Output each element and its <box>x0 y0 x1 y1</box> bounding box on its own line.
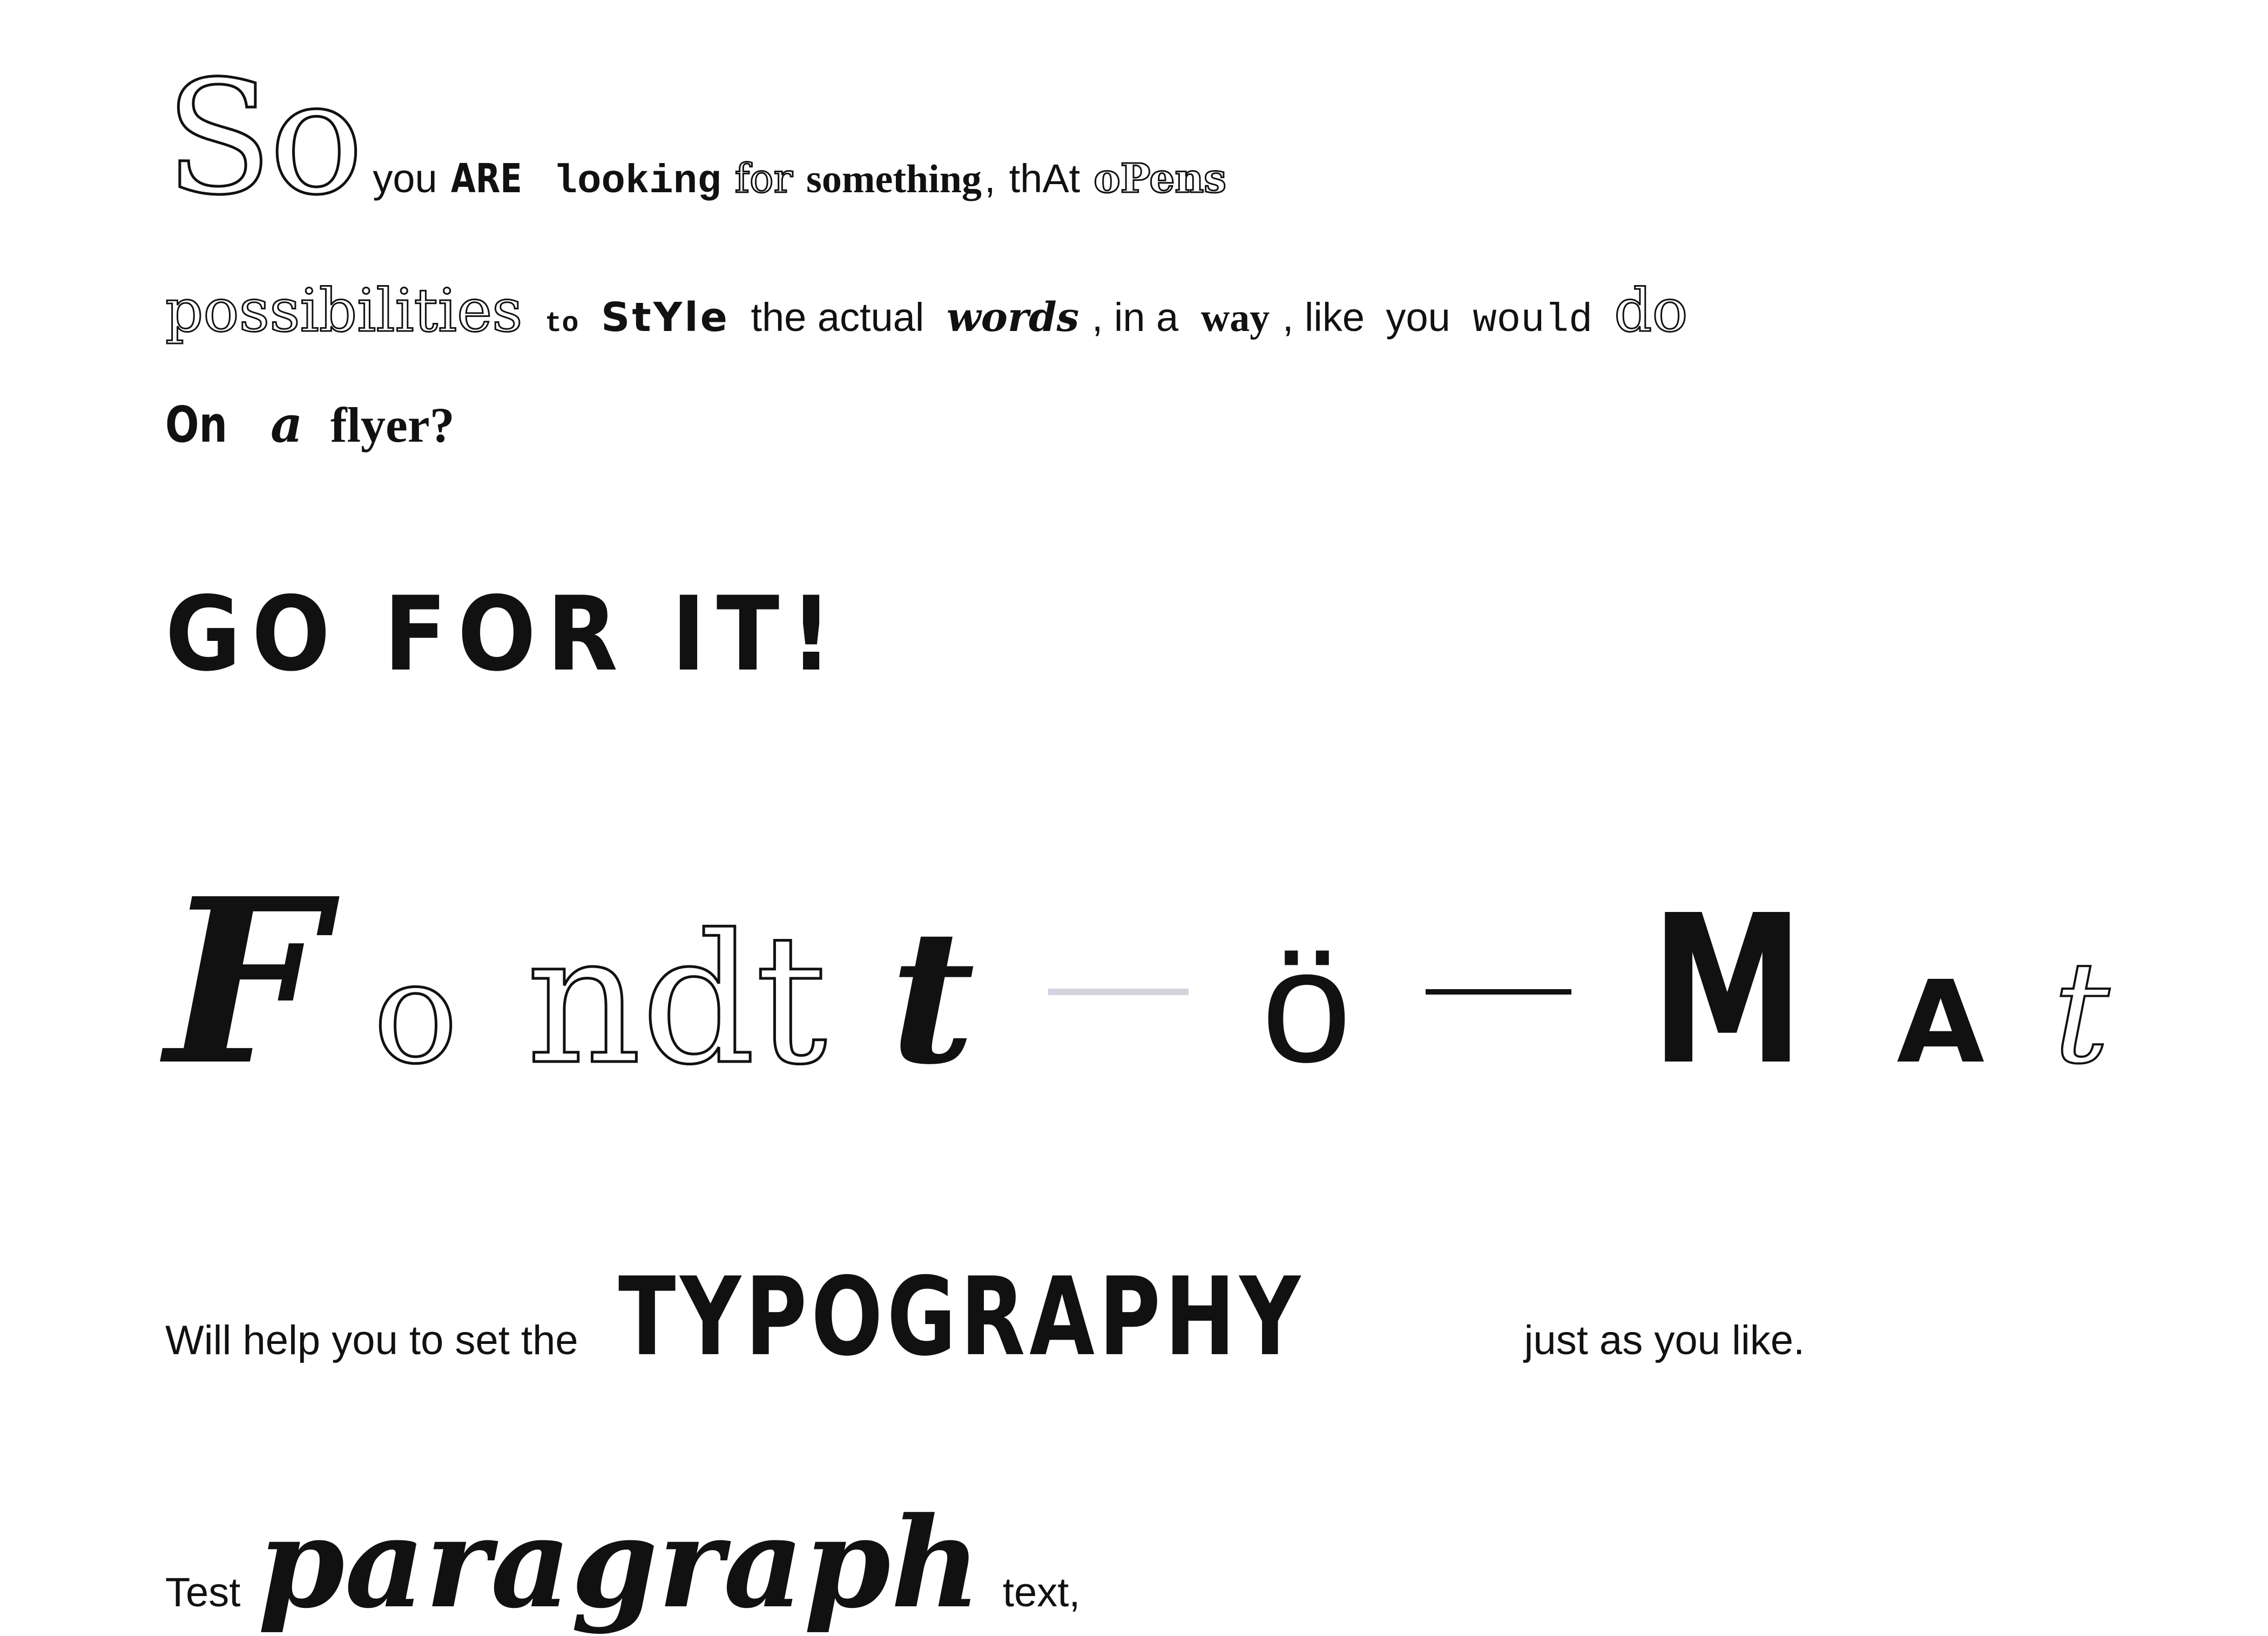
word-possibilities: possibilities <box>165 276 524 345</box>
word-looking: looking <box>553 159 721 205</box>
word-paragraph: paragraph <box>258 1490 981 1636</box>
text-will-help: Will help you to set the <box>165 1317 578 1363</box>
word-flyer: flyer? <box>330 397 455 452</box>
word-do: do <box>1613 276 1689 345</box>
word-a: a <box>270 395 303 454</box>
word-for: for <box>734 156 793 202</box>
word-are: ARE <box>450 156 522 202</box>
logotype-line: F o ndt t ö M A t <box>165 849 2111 1116</box>
logo-letter-t: t <box>890 890 975 1105</box>
word-you-2: you <box>1386 295 1450 340</box>
word-test: Test <box>165 1570 241 1615</box>
logo-letter-o-umlaut: ö <box>1261 915 1352 1096</box>
text-just-as-you-like: just as you like. <box>1524 1317 1805 1363</box>
paragraph-line: Test paragraph text, <box>165 1501 1080 1625</box>
word-text: text, <box>1002 1570 1081 1615</box>
word-comma: , <box>984 156 996 201</box>
logo-dash-light <box>1048 988 1189 995</box>
logo-letter-t-outline: t <box>2052 932 2111 1095</box>
word-way: way <box>1200 296 1270 340</box>
word-you: you <box>373 156 437 201</box>
word-the-actual: the actual <box>751 295 924 340</box>
word-that: thAt <box>1009 156 1081 201</box>
headline-line-3: On a flyer? <box>165 400 455 450</box>
logo-dash-dark <box>1426 989 1571 995</box>
word-so: So <box>164 48 364 229</box>
word-like: , like <box>1282 295 1365 340</box>
word-words: words <box>946 294 1079 341</box>
word-on: On <box>165 396 227 454</box>
logo-letter-f: F <box>165 849 327 1116</box>
logo-letter-o: o <box>372 932 460 1095</box>
typography-line: Will help you to set the TYPOGRAPHY just… <box>165 1263 1805 1371</box>
word-typography: TYPOGRAPHY <box>618 1254 1305 1380</box>
go-for-it-text: GO FOR IT! <box>165 574 843 694</box>
word-opens: oPens <box>1093 156 1227 202</box>
word-would: would <box>1473 298 1593 343</box>
headline-line-1: So you ARE looking for something , thAt … <box>164 48 1227 229</box>
word-style: StYle <box>601 294 730 341</box>
word-to: to <box>545 308 579 340</box>
logo-letter-m: M <box>1651 871 1804 1110</box>
word-in-a: , in a <box>1091 295 1179 340</box>
logo-letter-a: A <box>1896 956 1985 1089</box>
word-something: something <box>806 157 982 201</box>
headline-line-2: possibilities to StYle the actual words … <box>165 276 1689 345</box>
call-to-action-line: GO FOR IT! <box>165 583 918 686</box>
logo-letters-ndt: ndt <box>525 896 828 1104</box>
